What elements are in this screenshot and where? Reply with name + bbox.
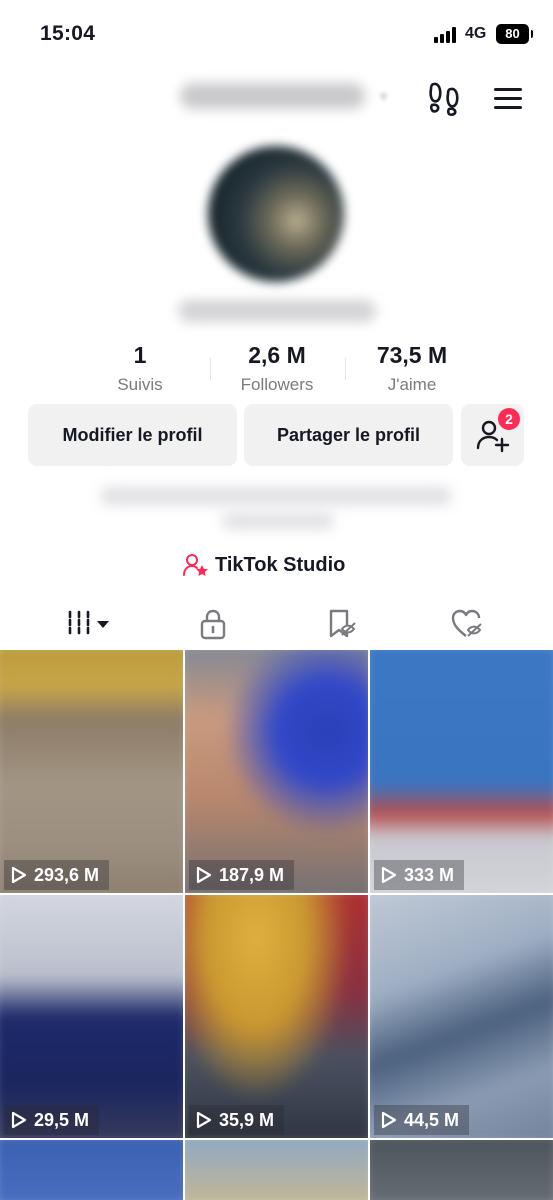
network-type: 4G [465, 25, 487, 42]
video-thumbnail[interactable] [0, 1140, 183, 1200]
studio-user-star-icon [183, 554, 208, 576]
bio-text-blurred [222, 512, 334, 530]
play-icon [196, 866, 212, 884]
battery-icon: 80 [496, 24, 533, 44]
stat-following-value: 1 [133, 342, 147, 368]
stat-divider [210, 358, 211, 380]
video-thumbnail[interactable]: 44,5 M [370, 895, 553, 1138]
video-thumbnail[interactable]: 333 M [370, 650, 553, 893]
tab-liked[interactable] [438, 602, 498, 646]
play-icon [11, 1111, 27, 1129]
stat-divider [345, 358, 346, 380]
status-bar: 15:04 4G 80 [0, 0, 553, 66]
footprints-icon[interactable] [425, 80, 465, 116]
stat-followers-value: 2,6 M [248, 342, 306, 368]
status-time: 15:04 [40, 22, 96, 45]
view-count-overlay: 333 M [374, 860, 465, 890]
video-thumbnail[interactable]: 293,6 M [0, 650, 183, 893]
stat-followers-label: Followers [240, 375, 314, 394]
view-count: 187,9 M [219, 864, 285, 885]
lock-icon [200, 609, 226, 640]
videos-grid-icon [68, 610, 109, 638]
liked-icon [451, 609, 482, 637]
tiktok-studio-label: TikTok Studio [215, 553, 346, 576]
stat-likes-label: J'aime [387, 375, 437, 394]
hamburger-menu-icon[interactable] [492, 84, 526, 112]
view-count-overlay: 293,6 M [4, 860, 110, 890]
view-count-overlay: 187,9 M [189, 860, 295, 890]
notification-badge: 2 [498, 408, 520, 430]
cellular-signal-icon [434, 27, 458, 43]
play-icon [196, 1111, 212, 1129]
tiktok-studio-link[interactable]: TikTok Studio [183, 552, 345, 578]
view-count: 333 M [404, 864, 455, 885]
edit-profile-button[interactable]: Modifier le profil [28, 404, 237, 466]
view-count-overlay: 29,5 M [4, 1105, 100, 1135]
play-icon [381, 866, 397, 884]
play-icon [11, 866, 27, 884]
username-handle-blurred [178, 300, 376, 322]
video-thumbnail[interactable] [185, 1140, 368, 1200]
chevron-down-icon[interactable]: ▾ [380, 88, 387, 105]
stat-following[interactable]: 1 Suivis [100, 342, 180, 395]
account-switcher-blurred[interactable] [180, 83, 365, 109]
view-count: 293,6 M [34, 864, 100, 885]
stat-followers[interactable]: 2,6 M Followers [222, 342, 332, 395]
video-thumbnail[interactable]: 187,9 M [185, 650, 368, 893]
share-profile-button[interactable]: Partager le profil [244, 404, 453, 466]
stat-likes[interactable]: 73,5 M J'aime [356, 342, 468, 395]
view-count-overlay: 44,5 M [374, 1105, 470, 1135]
play-icon [381, 1111, 397, 1129]
stat-following-label: Suivis [117, 375, 163, 394]
tab-private[interactable] [183, 602, 243, 646]
bio-text-blurred [100, 486, 452, 506]
tab-favorites[interactable] [312, 602, 372, 646]
view-count: 35,9 M [219, 1109, 275, 1130]
profile-avatar[interactable] [208, 146, 344, 282]
favorites-icon [329, 609, 356, 638]
video-thumbnail[interactable]: 35,9 M [185, 895, 368, 1138]
view-count: 44,5 M [404, 1109, 460, 1130]
view-count-overlay: 35,9 M [189, 1105, 285, 1135]
video-thumbnail[interactable]: 29,5 M [0, 895, 183, 1138]
view-count: 29,5 M [34, 1109, 90, 1130]
video-thumbnail[interactable] [370, 1140, 553, 1200]
stat-likes-value: 73,5 M [376, 342, 448, 368]
tab-videos[interactable] [58, 602, 118, 646]
